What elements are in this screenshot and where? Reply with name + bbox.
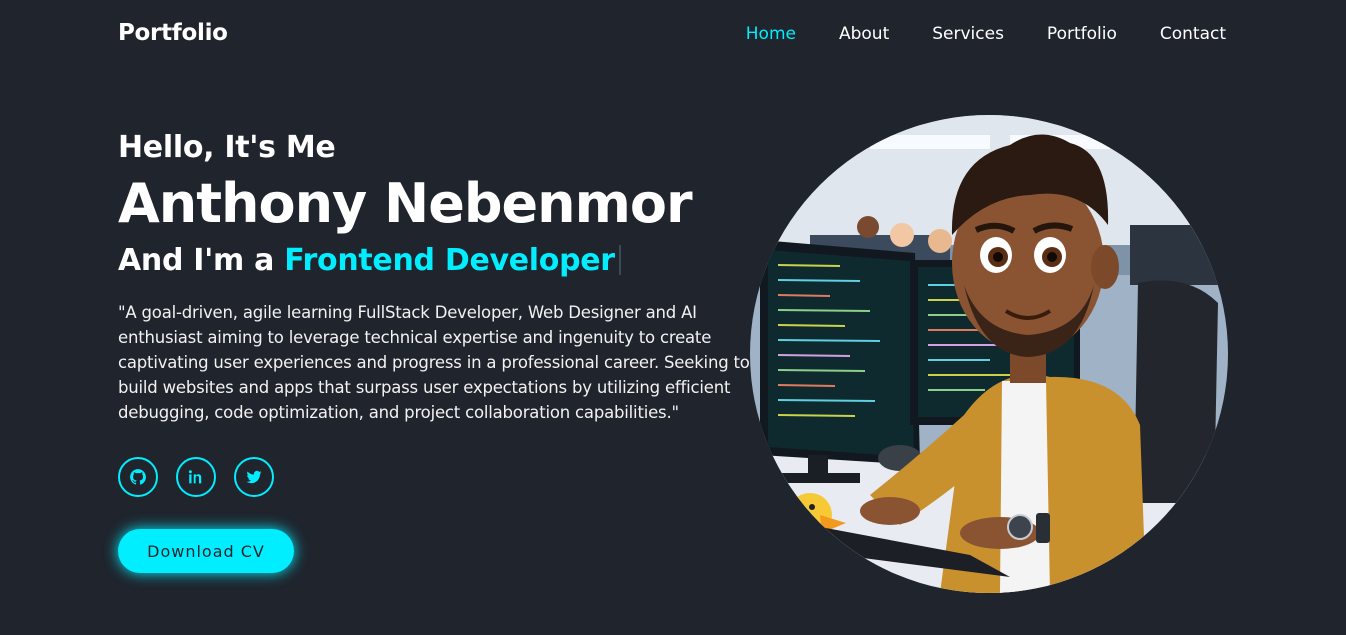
typing-cursor bbox=[618, 245, 621, 276]
bio-text: "A goal-driven, agile learning FullStack… bbox=[118, 303, 750, 423]
twitter-link[interactable] bbox=[234, 457, 274, 498]
main-nav: Home About Services Portfolio Contact bbox=[703, 24, 1226, 44]
role-highlight: Frontend Developer bbox=[284, 243, 615, 279]
nav-contact[interactable]: Contact bbox=[1160, 24, 1226, 44]
twitter-icon bbox=[246, 471, 262, 484]
github-link[interactable] bbox=[118, 457, 158, 498]
linkedin-link[interactable] bbox=[176, 457, 216, 498]
role-prefix: And I'm a bbox=[118, 243, 285, 279]
site-header: Portfolio Home About Services Portfolio … bbox=[0, 0, 1346, 70]
hero-name: Anthony Nebenmor bbox=[118, 172, 693, 235]
github-icon bbox=[130, 469, 146, 485]
social-links bbox=[118, 457, 758, 498]
nav-home[interactable]: Home bbox=[746, 24, 796, 44]
linkedin-icon bbox=[188, 470, 202, 484]
download-cv-button[interactable]: Download CV bbox=[118, 529, 294, 574]
hero-section: Hello, It's Me Anthony Nebenmor And I'm … bbox=[118, 130, 758, 574]
hero-avatar bbox=[750, 115, 1228, 593]
hero-role: And I'm a Frontend Developer bbox=[118, 243, 758, 278]
nav-services[interactable]: Services bbox=[932, 24, 1004, 44]
nav-about[interactable]: About bbox=[839, 24, 889, 44]
logo[interactable]: Portfolio bbox=[118, 20, 228, 46]
nav-portfolio[interactable]: Portfolio bbox=[1047, 24, 1117, 44]
greeting: Hello, It's Me bbox=[118, 130, 336, 165]
developer-illustration bbox=[750, 115, 1228, 593]
